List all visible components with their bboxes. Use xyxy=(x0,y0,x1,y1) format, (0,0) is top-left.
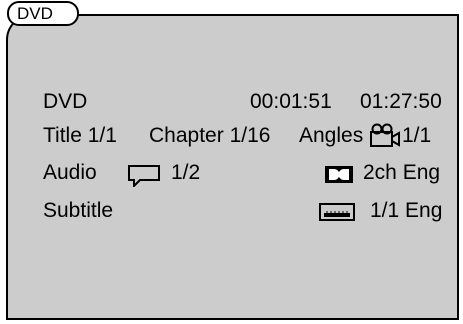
elapsed-time: 00:01:51 xyxy=(250,90,332,113)
dvd-tab[interactable]: DVD xyxy=(7,1,79,26)
title-label: Title xyxy=(43,124,82,147)
chapter-value: 1/16 xyxy=(229,124,271,147)
chapter-info: Chapter 1/16 xyxy=(149,124,270,148)
total-time: 01:27:50 xyxy=(360,90,442,113)
title-value: 1/1 xyxy=(87,124,117,147)
source-label: DVD xyxy=(43,90,88,113)
subtitle-label: Subtitle xyxy=(43,199,114,222)
audio-format: 2ch Eng xyxy=(363,161,441,184)
tab-label: DVD xyxy=(17,4,53,23)
audio-value: 1/2 xyxy=(171,161,201,184)
chapter-label: Chapter xyxy=(149,124,224,147)
subtitle-icon xyxy=(319,203,355,221)
subtitle-value: 1/1 Eng xyxy=(370,199,443,222)
angles-value: 1/1 xyxy=(402,124,432,147)
audio-label: Audio xyxy=(43,161,97,184)
camera-icon xyxy=(370,123,400,147)
dolby-icon xyxy=(325,166,353,183)
speech-bubble-icon xyxy=(128,165,160,187)
angles-label: Angles xyxy=(299,124,364,147)
title-info: Title 1/1 xyxy=(43,124,117,148)
